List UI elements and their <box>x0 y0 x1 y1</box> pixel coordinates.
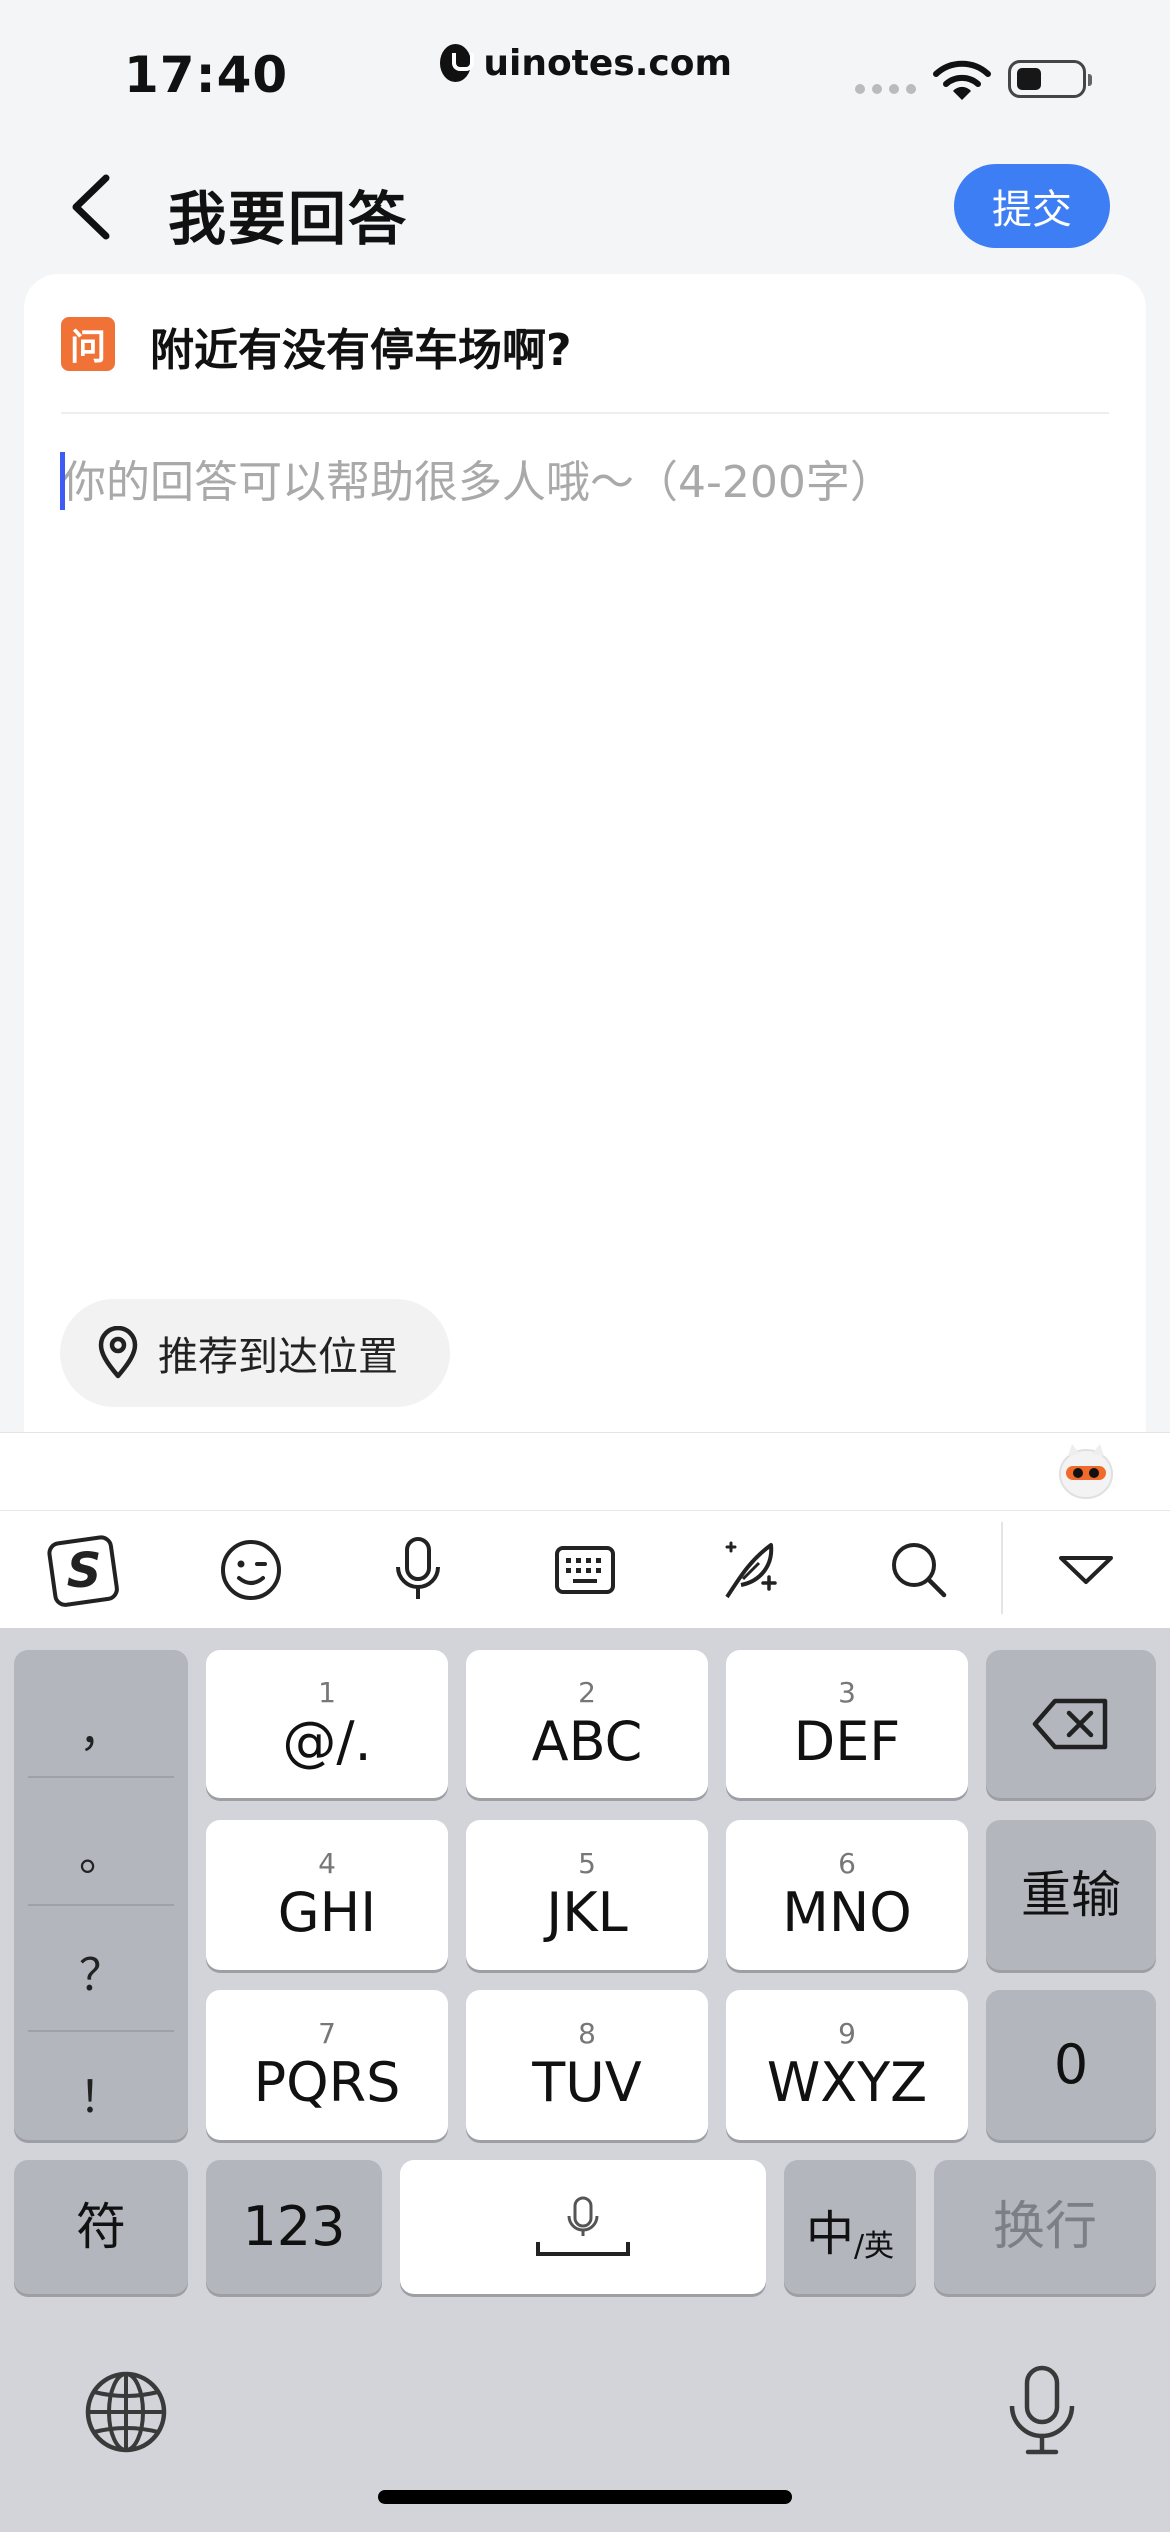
delete-button[interactable] <box>986 1650 1156 1798</box>
key-number: 2 <box>578 1676 596 1709</box>
battery-icon <box>1008 60 1092 98</box>
recommend-location-label: 推荐到达位置 <box>158 1334 398 1380</box>
symbols-label: 符 <box>76 2198 126 2256</box>
microphone-icon[interactable] <box>378 1530 458 1610</box>
symbols-key[interactable]: 符 <box>14 2160 188 2294</box>
key-9[interactable]: 9 WXYZ <box>726 1990 968 2140</box>
punct-key-period[interactable]: 。 <box>14 1790 188 1912</box>
answer-card <box>24 274 1146 1434</box>
space-mic-icon <box>536 2196 630 2256</box>
location-pin-icon <box>98 1326 138 1379</box>
globe-icon[interactable] <box>84 2370 168 2454</box>
key-3[interactable]: 3 DEF <box>726 1650 968 1798</box>
key-label: DEF <box>793 1710 901 1773</box>
backspace-icon <box>1032 1698 1108 1750</box>
key-0[interactable]: 0 <box>986 1990 1156 2140</box>
space-key[interactable] <box>400 2160 766 2294</box>
language-sub-label: /英 <box>853 2229 895 2264</box>
key-6[interactable]: 6 MNO <box>726 1820 968 1970</box>
question-badge-icon: 问 <box>61 317 115 371</box>
sogou-logo-icon[interactable]: S <box>44 1530 124 1610</box>
dictation-mic-icon[interactable] <box>1002 2364 1082 2460</box>
cellular-signal-icon <box>855 84 916 94</box>
wifi-icon <box>933 60 991 100</box>
svg-text:S: S <box>67 1543 102 1599</box>
reset-button[interactable]: 重输 <box>986 1820 1156 1970</box>
key-label: @/. <box>282 1710 372 1773</box>
language-main-label: 中 <box>805 2206 854 2262</box>
reset-label: 重输 <box>1021 1866 1121 1924</box>
key-label: WXYZ <box>766 2051 928 2114</box>
submit-button[interactable]: 提交 <box>954 164 1110 248</box>
key-number: 4 <box>318 1847 336 1880</box>
punct-key-question[interactable]: ？ <box>14 1910 188 2032</box>
key-4[interactable]: 4 GHI <box>206 1820 448 1970</box>
question-text: 附近有没有停车场啊? <box>150 325 572 376</box>
key-7[interactable]: 7 PQRS <box>206 1990 448 2140</box>
return-label: 换行 <box>992 2197 1097 2257</box>
key-label: 0 <box>1053 2033 1089 2096</box>
key-number: 7 <box>318 2017 336 2050</box>
key-1[interactable]: 1 @/. <box>206 1650 448 1798</box>
ime-candidate-bar <box>0 1432 1170 1510</box>
home-indicator[interactable] <box>378 2490 792 2504</box>
punct-key-comma[interactable]: ， <box>14 1666 188 1788</box>
site-logo-icon <box>440 44 475 82</box>
key-number: 5 <box>578 1847 596 1880</box>
key-label: PQRS <box>253 2051 401 2114</box>
search-icon[interactable] <box>879 1530 959 1610</box>
key-8[interactable]: 8 TUV <box>466 1990 708 2140</box>
keyboard-icon[interactable] <box>545 1530 625 1610</box>
key-5[interactable]: 5 JKL <box>466 1820 708 1970</box>
collapse-keyboard-icon[interactable] <box>1046 1530 1126 1610</box>
emoji-icon[interactable] <box>211 1530 291 1610</box>
back-button[interactable] <box>60 170 120 244</box>
answer-input[interactable] <box>62 452 1102 512</box>
text-caret <box>60 452 65 510</box>
handwriting-icon[interactable] <box>712 1530 792 1610</box>
key-label: JKL <box>546 1881 628 1944</box>
punct-separator <box>28 1776 174 1778</box>
key-label: ABC <box>531 1710 643 1773</box>
language-switch-key[interactable]: 中 /英 <box>784 2160 916 2294</box>
key-label: MNO <box>782 1881 912 1944</box>
key-number: 6 <box>838 1847 856 1880</box>
status-time: 17:40 <box>124 46 289 104</box>
key-number: 3 <box>838 1676 856 1709</box>
key-number: 8 <box>578 2017 596 2050</box>
toolbar-separator <box>1001 1522 1003 1614</box>
return-key[interactable]: 换行 <box>934 2160 1156 2294</box>
recommend-location-button[interactable]: 推荐到达位置 <box>60 1299 450 1407</box>
url-text: uinotes.com <box>483 42 732 84</box>
punct-separator <box>28 1904 174 1906</box>
punct-key-exclamation[interactable]: ！ <box>14 2032 188 2154</box>
ime-mascot-icon[interactable] <box>1056 1440 1116 1502</box>
url-pill[interactable]: uinotes.com <box>440 28 732 98</box>
key-number: 1 <box>318 1676 336 1709</box>
divider <box>61 412 1109 414</box>
key-label: TUV <box>532 2051 642 2114</box>
key-2[interactable]: 2 ABC <box>466 1650 708 1798</box>
numbers-key[interactable]: 123 <box>206 2160 382 2294</box>
numbers-label: 123 <box>242 2195 346 2258</box>
key-label: GHI <box>277 1881 377 1944</box>
key-number: 9 <box>838 2017 856 2050</box>
page-title: 我要回答 <box>168 185 409 253</box>
